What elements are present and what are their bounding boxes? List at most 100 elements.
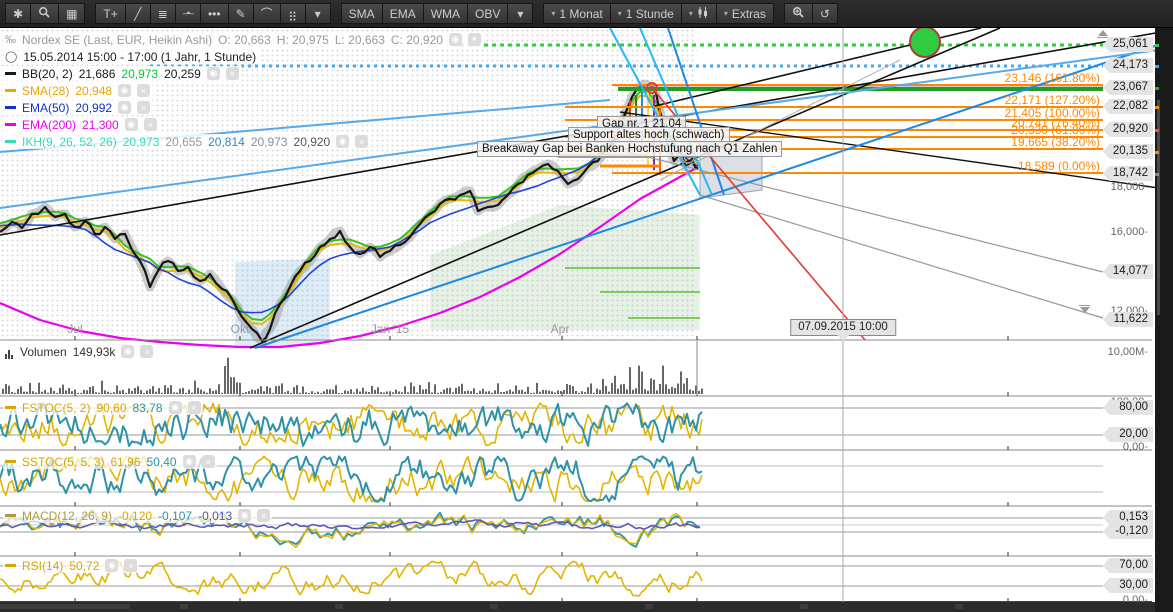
chart-settings-icon[interactable]: ◉: [449, 33, 462, 46]
indicator-remove-icon[interactable]: ×: [226, 67, 239, 80]
caret-icon: ▾: [315, 8, 321, 20]
indicator-legend-row: EMA(200)21,300◉×: [2, 117, 160, 132]
scroll-down-marker[interactable]: [1079, 305, 1090, 313]
arc-icon: ⌒: [261, 8, 273, 20]
fibonacci-tool-button[interactable]: ≣: [151, 3, 176, 24]
time-range-label: 15.05.2014 15:00 - 17:00 (1 Jahr, 1 Stun…: [23, 50, 256, 64]
bottom-navigator-bar[interactable]: [0, 602, 1173, 612]
indicator-color-dash: [5, 140, 16, 143]
price-tag: 23,067: [1103, 80, 1153, 95]
indicator-value: 20,992: [75, 101, 112, 115]
indicator-legend-row: BB(20, 2)21,68620,97320,259◉×: [2, 66, 242, 81]
pencil-tool-button[interactable]: ✎: [229, 3, 254, 24]
grid-icon: ▦: [66, 8, 77, 20]
indicator-remove-icon[interactable]: ×: [124, 559, 137, 572]
indicator-settings-icon[interactable]: ◉: [121, 345, 134, 358]
indicator-value: 20,948: [75, 84, 112, 98]
indicator-value: 21,300: [82, 118, 119, 132]
indicator-settings-icon[interactable]: ◉: [118, 101, 131, 114]
more-indicators-button[interactable]: ▾: [508, 3, 533, 24]
date-axis-label: Jan '15: [371, 322, 409, 336]
chevron-down-icon: ▾: [551, 9, 555, 18]
interval-select-button-label: 1 Stunde: [626, 7, 674, 21]
chart-legend: ‰ Nordex SE (Last, EUR, Heikin Ashi) O: …: [2, 32, 484, 151]
price-tag: 20,920: [1103, 122, 1153, 137]
extras-button[interactable]: ▾Extras: [717, 3, 774, 24]
open-value: O: 20,663: [218, 33, 271, 47]
candle-icon: [697, 6, 709, 21]
symbol-legend-row: ‰ Nordex SE (Last, EUR, Heikin Ashi) O: …: [2, 32, 484, 47]
arc-tool-button[interactable]: ⌒: [254, 3, 281, 24]
sma-button[interactable]: SMA: [341, 3, 383, 24]
price-tag: 20,00: [1103, 427, 1153, 442]
indicator-settings-icon[interactable]: ◉: [207, 67, 220, 80]
indicator-remove-icon[interactable]: ×: [257, 509, 270, 522]
clock-icon: ◯: [5, 50, 17, 63]
hline-icon: –•–: [183, 9, 193, 18]
indicator-settings-icon[interactable]: ◉: [169, 401, 182, 414]
pencil-icon: ✎: [236, 8, 246, 20]
triangle-up-icon: [1098, 30, 1108, 36]
search-button[interactable]: [31, 3, 59, 24]
date-axis-label: Apr: [551, 322, 570, 336]
fibonacci-level-label: 23,146 (161.80%): [850, 71, 1100, 85]
price-tag: 18,742: [1103, 166, 1153, 181]
crosshair-date-tag: 07.09.2015 10:00: [790, 319, 896, 336]
wma-button[interactable]: WMA: [424, 3, 468, 24]
text-tool-button-label: T+: [103, 7, 117, 21]
indicator-settings-icon[interactable]: ◉: [336, 135, 349, 148]
chart-type-button[interactable]: ▾: [682, 3, 717, 24]
scroll-up-marker[interactable]: [1097, 30, 1108, 38]
indicator-remove-icon[interactable]: ×: [188, 401, 201, 414]
right-scrollbar-track[interactable]: [1155, 28, 1173, 612]
indicator-color-dash: [5, 564, 16, 567]
date-axis-label: Okt: [231, 322, 250, 336]
chevron-down-icon: ▾: [618, 9, 622, 18]
chart-annotation[interactable]: Breakaway Gap bei Banken Hochstufung nac…: [477, 141, 782, 157]
time-range-row: ◯ 15.05.2014 15:00 - 17:00 (1 Jahr, 1 St…: [2, 49, 259, 64]
zoom-in-button[interactable]: [784, 3, 813, 24]
chevron-down-icon[interactable]: ▾: [468, 33, 481, 46]
percent-icon: ‰: [5, 34, 16, 46]
range-select-button[interactable]: ▾1 Monat: [543, 3, 610, 24]
indicator-legend-row: EMA(50)20,992◉×: [2, 100, 153, 115]
pattern-tool-button[interactable]: ⣶: [281, 3, 306, 24]
indicator-remove-icon[interactable]: ×: [137, 84, 150, 97]
sma-button-label: SMA: [349, 7, 375, 21]
indicator-remove-icon[interactable]: ×: [144, 118, 157, 131]
indicator-remove-icon[interactable]: ×: [137, 101, 150, 114]
strip-level-tick: [1155, 106, 1159, 109]
chevron-down-icon: ▾: [724, 9, 728, 18]
obv-button[interactable]: OBV: [468, 3, 508, 24]
indicator-settings-icon[interactable]: ◉: [183, 455, 196, 468]
indicator-remove-icon[interactable]: ×: [202, 455, 215, 468]
undo-button[interactable]: ↺: [813, 3, 838, 24]
indicator-remove-icon[interactable]: ×: [140, 345, 153, 358]
horizontal-line-tool-button[interactable]: –•–: [176, 3, 201, 24]
indicator-settings-icon[interactable]: ◉: [105, 559, 118, 572]
panel-indicator-value: -0,013: [198, 509, 232, 523]
indicator-settings-icon[interactable]: ◉: [118, 84, 131, 97]
strip-level-tick: [1155, 65, 1159, 68]
indicator-color-dash: [5, 72, 16, 75]
fibonacci-level-label: 19,665 (38.20%): [850, 135, 1100, 149]
magnifier-icon: [38, 6, 51, 21]
volume-icon: [5, 345, 14, 359]
text-tool-button[interactable]: T+: [95, 3, 125, 24]
indicator-name: SMA(28): [22, 84, 69, 98]
caret-icon: ▾: [517, 8, 523, 20]
interval-select-button[interactable]: ▾ 1 Stunde: [611, 3, 682, 24]
settings-button[interactable]: ✱: [5, 3, 31, 24]
indicator-settings-icon[interactable]: ◉: [238, 509, 251, 522]
indicator-settings-icon[interactable]: ◉: [125, 118, 138, 131]
ema-button[interactable]: EMA: [383, 3, 424, 24]
navigator-segment: [0, 604, 130, 609]
more-tools-button[interactable]: ▾: [306, 3, 331, 24]
layout-grid-button[interactable]: ▦: [59, 3, 85, 24]
trendline-tool-button[interactable]: ╱: [126, 3, 151, 24]
scrollbar-thumb[interactable]: [1157, 100, 1160, 315]
magnifier-plus-icon: [792, 6, 805, 21]
price-tag: 14,077: [1103, 264, 1153, 279]
indicator-remove-icon[interactable]: ×: [355, 135, 368, 148]
dotted-line-tool-button[interactable]: •••: [201, 3, 229, 24]
